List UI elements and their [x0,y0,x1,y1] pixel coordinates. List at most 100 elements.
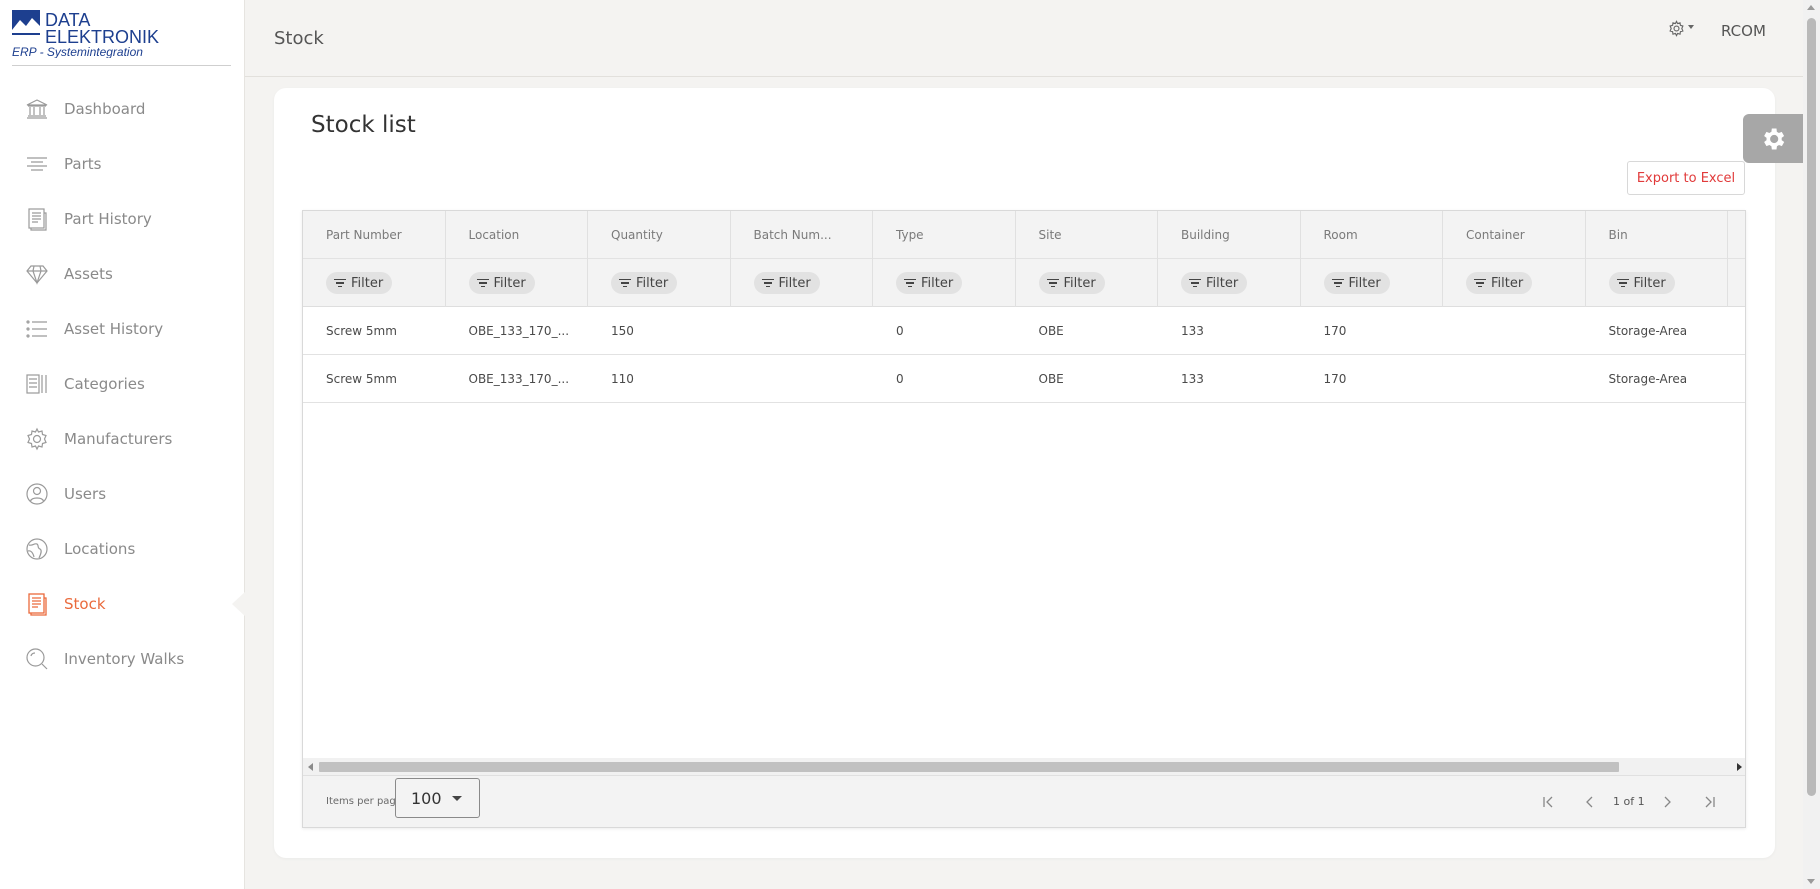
export-to-excel-button[interactable]: Export to Excel [1627,161,1745,195]
first-page-button[interactable] [1537,790,1561,814]
sidebar-item-inventory-walks[interactable]: Inventory Walks [0,631,245,686]
table-row[interactable]: Screw 5mm OBE_133_170_... 110 0 OBE 133 … [303,355,1745,403]
sidebar-item-asset-history[interactable]: Asset History [0,301,245,356]
page-title: Stock [274,28,324,49]
column-header-room[interactable]: Room [1301,211,1443,259]
filter-button[interactable]: Filter [753,272,820,294]
column-header-quantity[interactable]: Quantity [588,211,731,259]
sidebar-item-label: Assets [64,264,113,283]
grid-header: Part Number Location Quantity Batch Num.… [303,211,1745,307]
brand-line2: ELEKTRONIK [45,27,159,47]
filter-icon [904,277,916,290]
column-header-type[interactable]: Type [873,211,1016,259]
column-header-bin[interactable]: Bin [1586,211,1728,259]
cell-batch-number [731,307,874,355]
sidebar: DATA ELEKTRONIK ERP - Systemintegration … [0,0,246,889]
filter-button[interactable]: Filter [1038,272,1105,294]
column-header-site[interactable]: Site [1016,211,1158,259]
active-indicator [232,591,246,617]
table-row[interactable]: Screw 5mm OBE_133_170_... 150 0 OBE 133 … [303,307,1745,355]
column-header-container[interactable]: Container [1443,211,1586,259]
filter-button[interactable]: Filter [468,272,535,294]
sidebar-item-categories[interactable]: Categories [0,356,245,411]
cell-location: OBE_133_170_... [468,324,570,338]
settings-dropdown[interactable] [1668,20,1694,37]
filter-cell: Filter [446,259,588,307]
scroll-up-icon[interactable] [1807,5,1815,10]
lines-icon [25,152,49,176]
filter-button[interactable]: Filter [326,272,393,294]
column-header-part-number[interactable]: Part Number [303,211,446,259]
chevron-down-icon [452,796,462,801]
filter-button[interactable]: Filter [611,272,678,294]
cell-bin: Storage-Area [1608,324,1688,338]
filter-icon [476,277,489,290]
filter-label: Filter [351,275,384,291]
filter-label: Filter [1206,275,1239,291]
document-icon [25,207,49,231]
column-header-location[interactable]: Location [446,211,588,259]
sidebar-nav: Dashboard Parts Part History Assets Asse… [0,81,246,686]
last-page-button[interactable] [1697,790,1721,814]
filter-label: Filter [1633,275,1666,291]
sidebar-item-dashboard[interactable]: Dashboard [0,81,245,136]
items-per-page-select[interactable]: 100 [395,778,480,818]
scroll-right-icon[interactable] [1737,763,1742,771]
sidebar-item-locations[interactable]: Locations [0,521,245,576]
sidebar-item-users[interactable]: Users [0,466,245,521]
gear-icon [1764,128,1785,149]
cell-type: 0 [896,372,904,386]
sidebar-item-label: Parts [64,154,102,173]
sidebar-item-part-history[interactable]: Part History [0,191,245,246]
filter-button[interactable]: Filter [1323,272,1390,294]
column-header-batch-number[interactable]: Batch Num... [731,211,873,259]
sidebar-item-stock[interactable]: Stock [0,576,246,631]
bank-icon [25,97,49,121]
scrollbar-thumb[interactable] [1807,18,1816,796]
stock-icon [25,592,49,616]
filter-label: Filter [778,275,811,291]
sidebar-item-assets[interactable]: Assets [0,246,245,301]
sidebar-item-parts[interactable]: Parts [0,136,245,191]
filter-cell: Filter [1016,259,1158,307]
filter-icon [1616,277,1629,290]
cell-bin: Storage-Area [1608,372,1688,386]
filter-cell: Filter [1301,259,1443,307]
chevron-down-icon [1688,24,1694,29]
settings-panel-button[interactable] [1743,114,1803,163]
top-bar: Stock RCOM [245,0,1803,77]
previous-page-button[interactable] [1578,790,1602,814]
sidebar-item-label: Inventory Walks [64,649,185,668]
cell-room: 170 [1323,324,1347,338]
cell-site: OBE [1038,372,1064,386]
filter-button[interactable]: Filter [1181,272,1248,294]
filter-button[interactable]: Filter [896,272,963,294]
sidebar-item-label: Users [64,484,107,503]
cell-container [1443,355,1586,403]
cell-part-number: Screw 5mm [326,372,397,386]
cell-building: 133 [1181,372,1204,386]
company-logo[interactable]: DATA ELEKTRONIK ERP - Systemintegration [12,8,232,59]
filter-icon [1046,277,1059,290]
chevron-left-icon [1586,796,1593,808]
scroll-down-icon[interactable] [1807,879,1815,884]
filter-button[interactable]: Filter [1608,272,1675,294]
scrollbar-thumb[interactable] [319,762,1619,772]
vertical-scrollbar[interactable] [1803,0,1820,889]
cell-building: 133 [1181,324,1204,338]
filter-cell: Filter [1443,259,1586,307]
horizontal-scrollbar[interactable] [303,758,1745,775]
cell-part-number: Screw 5mm [326,324,397,338]
sidebar-item-manufacturers[interactable]: Manufacturers [0,411,245,466]
filter-label: Filter [493,275,526,291]
next-page-button[interactable] [1655,790,1679,814]
stock-grid: Part Number Location Quantity Batch Num.… [302,210,1746,828]
filter-button[interactable]: Filter [1466,272,1533,294]
user-menu[interactable]: RCOM [1721,22,1766,40]
scroll-left-icon[interactable] [308,763,313,771]
column-header-building[interactable]: Building [1158,211,1301,259]
sidebar-item-label: Locations [64,539,136,558]
search-icon [25,647,49,671]
sidebar-item-label: Manufacturers [64,429,173,448]
last-page-icon [1705,796,1715,808]
